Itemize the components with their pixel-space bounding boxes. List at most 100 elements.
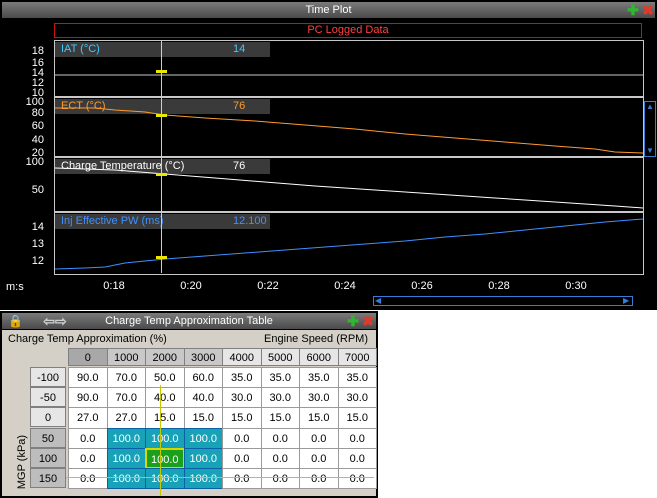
table-label: Charge Temp Approximation (%) (8, 333, 167, 345)
add-icon[interactable]: ✚ (346, 314, 360, 328)
table-cell[interactable]: 35.0 (337, 367, 377, 389)
iat-panel[interactable]: IAT (°C) 14 (54, 40, 644, 97)
table-cell[interactable]: 35.0 (222, 367, 262, 389)
table-cell[interactable]: 15.0 (145, 407, 185, 429)
table-cell[interactable]: 15.0 (299, 407, 339, 429)
y-tick: 13 (31, 238, 44, 250)
table-cell[interactable]: 100.0 (183, 427, 223, 449)
table-cell[interactable]: 15.0 (260, 407, 300, 429)
time-plot-window: Time Plot ✚ ✖ PC Logged Data IAT (°C) 14… (0, 0, 657, 310)
table-cell[interactable]: 0.0 (222, 447, 262, 469)
y-tick: 50 (31, 184, 44, 196)
x-tick: 0:30 (565, 280, 587, 292)
table-cell[interactable]: 100.0 (145, 447, 185, 469)
column-header[interactable]: 6000 (299, 348, 339, 366)
table-cell[interactable]: 40.0 (145, 387, 185, 409)
table-cell[interactable]: 30.0 (260, 387, 300, 409)
time-cursor[interactable] (161, 40, 162, 273)
lock-icon[interactable]: 🔒 (8, 314, 23, 328)
table-cell[interactable]: 50.0 (145, 367, 185, 389)
time-plot-titlebar[interactable]: Time Plot ✚ ✖ (2, 2, 655, 18)
x-tick: 0:28 (488, 280, 510, 292)
rpm-axis-label: Engine Speed (RPM) (264, 333, 368, 345)
table-cell[interactable]: 30.0 (337, 387, 377, 409)
x-tick: 0:26 (411, 280, 433, 292)
cursor-marker (156, 173, 167, 176)
vertical-scrollbar[interactable]: ▲ ▼ (644, 101, 656, 157)
scroll-left-icon[interactable]: ◀ (375, 297, 381, 305)
table-cell[interactable]: 100.0 (145, 427, 185, 449)
table-cell[interactable]: 40.0 (183, 387, 223, 409)
table-cell[interactable]: 100.0 (145, 468, 185, 490)
table-cell[interactable]: 27.0 (68, 407, 108, 429)
table-cell[interactable]: 15.0 (337, 407, 377, 429)
table-cell[interactable]: 30.0 (299, 387, 339, 409)
cursor-marker (156, 114, 167, 117)
charge-temp-trace (55, 167, 643, 209)
table-cell[interactable]: 0.0 (260, 427, 300, 449)
column-header[interactable]: 3000 (183, 348, 223, 366)
column-header[interactable]: 2000 (145, 348, 185, 366)
scroll-right-icon[interactable]: ▶ (623, 297, 629, 305)
column-header[interactable]: 7000 (337, 348, 377, 366)
add-icon[interactable]: ✚ (626, 3, 640, 17)
iat-trace (55, 74, 643, 76)
row-header[interactable]: 100 (30, 447, 66, 468)
close-icon[interactable]: ✖ (361, 314, 375, 328)
table-cell[interactable]: 0.0 (299, 427, 339, 449)
charge-temp-table-title: Charge Temp Approximation Table (105, 315, 273, 327)
column-header[interactable]: 1000 (106, 348, 146, 366)
row-header[interactable]: -50 (30, 387, 66, 408)
table-cell[interactable]: 0.0 (299, 468, 339, 490)
y-tick: 80 (31, 107, 44, 119)
table-cell[interactable]: 100.0 (106, 468, 146, 490)
table-cell[interactable]: 100.0 (183, 468, 223, 490)
horizontal-scrollbar[interactable]: ◀ ▶ (373, 296, 633, 306)
table-cell[interactable]: 100.0 (106, 447, 146, 469)
ect-panel[interactable]: ECT (°C) 76 (54, 97, 644, 157)
cursor-marker (156, 70, 167, 73)
table-cell[interactable]: 0.0 (260, 447, 300, 469)
table-cell[interactable]: 90.0 (68, 367, 108, 389)
table-cell[interactable]: 0.0 (337, 427, 377, 449)
table-cell[interactable]: 15.0 (183, 407, 223, 429)
column-header[interactable]: 5000 (260, 348, 300, 366)
table-cell[interactable]: 100.0 (106, 427, 146, 449)
y-tick: 60 (31, 120, 44, 132)
row-header[interactable]: 150 (30, 468, 66, 488)
scroll-up-icon[interactable]: ▲ (646, 103, 654, 111)
inj-pw-panel[interactable]: Inj Effective PW (ms) 12.100 (54, 212, 644, 275)
table-cell[interactable]: 0.0 (299, 447, 339, 469)
row-header[interactable]: 50 (30, 427, 66, 448)
table-cell[interactable]: 30.0 (222, 387, 262, 409)
scroll-down-icon[interactable]: ▼ (646, 147, 654, 155)
table-cell[interactable]: 70.0 (106, 367, 146, 389)
table-cell[interactable]: 0.0 (260, 468, 300, 490)
x-tick: 0:22 (257, 280, 279, 292)
column-header[interactable]: 0 (68, 348, 108, 366)
row-header[interactable]: -100 (30, 367, 66, 387)
table-cell[interactable]: 0.0 (337, 447, 377, 469)
table-cell[interactable]: 70.0 (106, 387, 146, 409)
table-cell[interactable]: 35.0 (299, 367, 339, 389)
x-tick: 0:20 (180, 280, 202, 292)
charge-temp-panel[interactable]: Charge Temperature (°C) 76 (54, 157, 644, 212)
close-icon[interactable]: ✖ (641, 3, 655, 17)
table-cell[interactable]: 0.0 (68, 468, 108, 490)
table-cell[interactable]: 90.0 (68, 387, 108, 409)
table-cell[interactable]: 35.0 (260, 367, 300, 389)
column-header[interactable]: 4000 (222, 348, 262, 366)
table-cell[interactable]: 0.0 (68, 427, 108, 449)
table-cell[interactable]: 0.0 (222, 427, 262, 449)
mgp-axis-label: MGP (kPa) (16, 434, 28, 490)
table-cell[interactable]: 0.0 (337, 468, 377, 490)
table-cell[interactable]: 60.0 (183, 367, 223, 389)
charge-temp-table-titlebar[interactable]: 🔒 ⇦⇨ Charge Temp Approximation Table ✚ ✖ (2, 313, 376, 329)
table-cell[interactable]: 0.0 (68, 447, 108, 469)
table-cell[interactable]: 15.0 (222, 407, 262, 429)
nav-arrows-icon[interactable]: ⇦⇨ (40, 314, 70, 328)
table-cell[interactable]: 27.0 (106, 407, 146, 429)
table-cell[interactable]: 0.0 (222, 468, 262, 490)
row-header[interactable]: 0 (30, 407, 66, 428)
table-cell[interactable]: 100.0 (183, 447, 223, 469)
